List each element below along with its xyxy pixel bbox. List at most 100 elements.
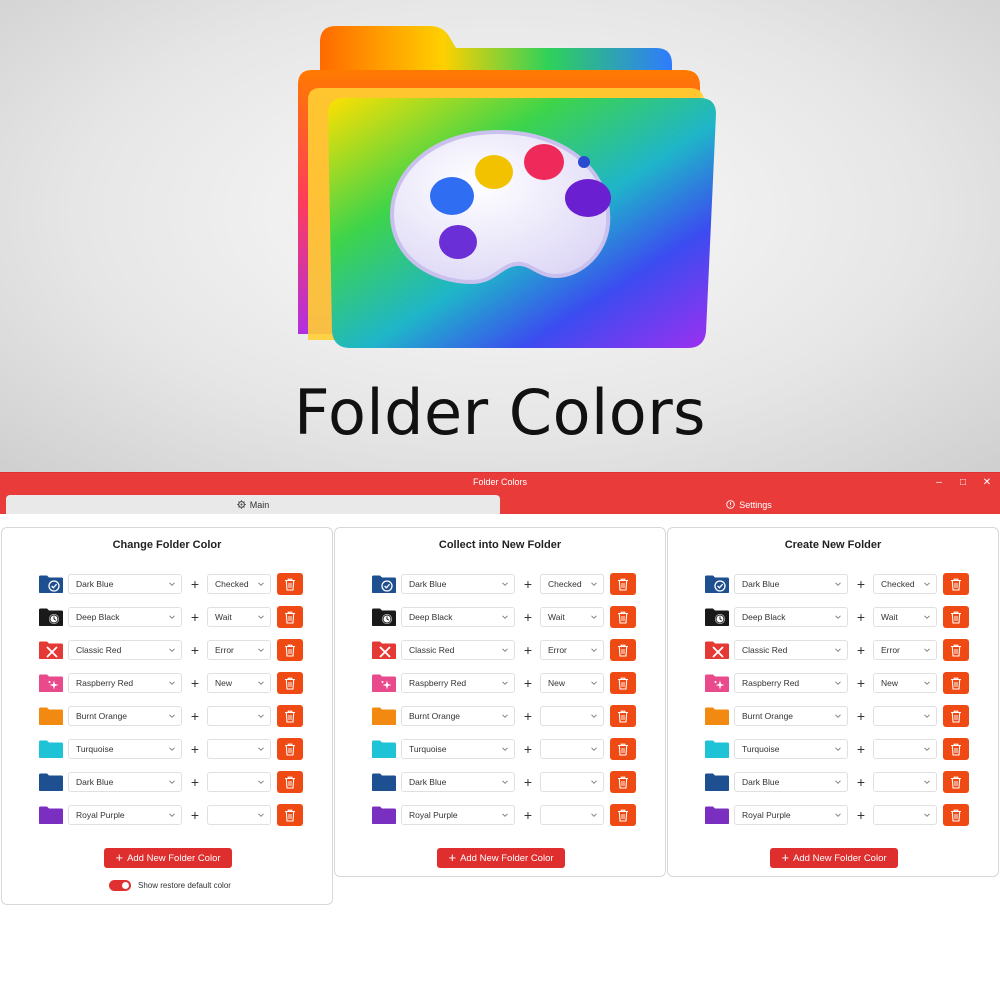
delete-row-button[interactable]	[943, 573, 969, 595]
status-select[interactable]: New	[873, 673, 937, 693]
maximize-button[interactable]: □	[952, 474, 974, 491]
color-select[interactable]: Dark Blue	[734, 574, 848, 594]
folder-color-row: Dark Blue +	[335, 771, 665, 793]
delete-row-button[interactable]	[277, 639, 303, 661]
color-select[interactable]: Deep Black	[401, 607, 515, 627]
add-new-folder-color-button[interactable]: + Add New Folder Color	[437, 848, 565, 868]
color-select[interactable]: Dark Blue	[68, 772, 182, 792]
chevron-down-icon	[924, 780, 930, 784]
status-select[interactable]: Wait	[207, 607, 271, 627]
add-new-folder-color-button[interactable]: + Add New Folder Color	[770, 848, 898, 868]
folder-color-row: Dark Blue + Checked	[2, 573, 332, 595]
plus-sign: +	[856, 609, 866, 625]
color-select[interactable]: Burnt Orange	[401, 706, 515, 726]
color-select[interactable]: Dark Blue	[401, 574, 515, 594]
delete-row-button[interactable]	[277, 705, 303, 727]
color-select[interactable]: Classic Red	[734, 640, 848, 660]
delete-row-button[interactable]	[610, 804, 636, 826]
chevron-down-icon	[835, 681, 841, 685]
status-select[interactable]	[540, 805, 604, 825]
trash-icon	[951, 809, 961, 822]
folder-color-row: Raspberry Red + New	[2, 672, 332, 694]
color-select-value: Turquoise	[409, 744, 447, 754]
delete-row-button[interactable]	[610, 705, 636, 727]
delete-row-button[interactable]	[277, 804, 303, 826]
delete-row-button[interactable]	[943, 738, 969, 760]
status-select[interactable]: Checked	[873, 574, 937, 594]
delete-row-button[interactable]	[610, 771, 636, 793]
status-select[interactable]	[207, 706, 271, 726]
color-select[interactable]: Burnt Orange	[734, 706, 848, 726]
color-select[interactable]: Burnt Orange	[68, 706, 182, 726]
tab-bar: Main Settings	[0, 493, 1000, 514]
color-select[interactable]: Dark Blue	[401, 772, 515, 792]
status-select[interactable]: Error	[207, 640, 271, 660]
status-select[interactable]	[207, 772, 271, 792]
delete-row-button[interactable]	[943, 705, 969, 727]
color-select[interactable]: Turquoise	[734, 739, 848, 759]
status-select[interactable]: Checked	[540, 574, 604, 594]
color-select[interactable]: Classic Red	[68, 640, 182, 660]
folder-color-row: Dark Blue + Checked	[668, 573, 998, 595]
color-select[interactable]: Deep Black	[734, 607, 848, 627]
status-select[interactable]	[540, 772, 604, 792]
folder-icon	[372, 773, 396, 791]
delete-row-button[interactable]	[610, 573, 636, 595]
status-select[interactable]: New	[540, 673, 604, 693]
plus-sign: +	[856, 675, 866, 691]
status-select[interactable]	[873, 706, 937, 726]
tab-settings[interactable]: Settings	[502, 495, 996, 514]
status-select[interactable]: Error	[540, 640, 604, 660]
delete-row-button[interactable]	[277, 606, 303, 628]
status-select[interactable]	[540, 706, 604, 726]
status-select[interactable]	[873, 805, 937, 825]
minimize-button[interactable]: –	[928, 474, 950, 491]
delete-row-button[interactable]	[610, 606, 636, 628]
status-select[interactable]: Wait	[540, 607, 604, 627]
delete-row-button[interactable]	[943, 771, 969, 793]
delete-row-button[interactable]	[943, 639, 969, 661]
delete-row-button[interactable]	[610, 738, 636, 760]
status-select[interactable]: Error	[873, 640, 937, 660]
status-select[interactable]	[207, 805, 271, 825]
tab-main[interactable]: Main	[6, 495, 500, 514]
trash-icon	[951, 710, 961, 723]
color-select[interactable]: Royal Purple	[734, 805, 848, 825]
color-select[interactable]: Deep Black	[68, 607, 182, 627]
color-select[interactable]: Royal Purple	[401, 805, 515, 825]
delete-row-button[interactable]	[943, 606, 969, 628]
color-select[interactable]: Turquoise	[68, 739, 182, 759]
add-new-folder-color-button[interactable]: + Add New Folder Color	[104, 848, 232, 868]
color-select[interactable]: Turquoise	[401, 739, 515, 759]
delete-row-button[interactable]	[943, 804, 969, 826]
plus-sign: +	[190, 741, 200, 757]
color-select[interactable]: Dark Blue	[734, 772, 848, 792]
delete-row-button[interactable]	[610, 639, 636, 661]
color-select[interactable]: Raspberry Red	[734, 673, 848, 693]
status-select[interactable]: Checked	[207, 574, 271, 594]
panel-title: Create New Folder	[784, 539, 882, 551]
delete-row-button[interactable]	[277, 738, 303, 760]
color-select-value: Dark Blue	[742, 579, 780, 589]
delete-row-button[interactable]	[610, 672, 636, 694]
folder-color-row: Deep Black + Wait	[668, 606, 998, 628]
color-select[interactable]: Raspberry Red	[68, 673, 182, 693]
delete-row-button[interactable]	[943, 672, 969, 694]
folder-color-row: Deep Black + Wait	[335, 606, 665, 628]
restore-default-toggle[interactable]	[109, 880, 131, 891]
delete-row-button[interactable]	[277, 672, 303, 694]
delete-row-button[interactable]	[277, 771, 303, 793]
color-select[interactable]: Royal Purple	[68, 805, 182, 825]
status-select[interactable]	[540, 739, 604, 759]
close-button[interactable]: ✕	[976, 474, 998, 491]
status-select[interactable]	[207, 739, 271, 759]
color-select[interactable]: Dark Blue	[68, 574, 182, 594]
status-select[interactable]	[873, 739, 937, 759]
color-select[interactable]: Raspberry Red	[401, 673, 515, 693]
chevron-down-icon	[169, 747, 175, 751]
status-select[interactable]: New	[207, 673, 271, 693]
status-select[interactable]	[873, 772, 937, 792]
status-select[interactable]: Wait	[873, 607, 937, 627]
color-select[interactable]: Classic Red	[401, 640, 515, 660]
delete-row-button[interactable]	[277, 573, 303, 595]
